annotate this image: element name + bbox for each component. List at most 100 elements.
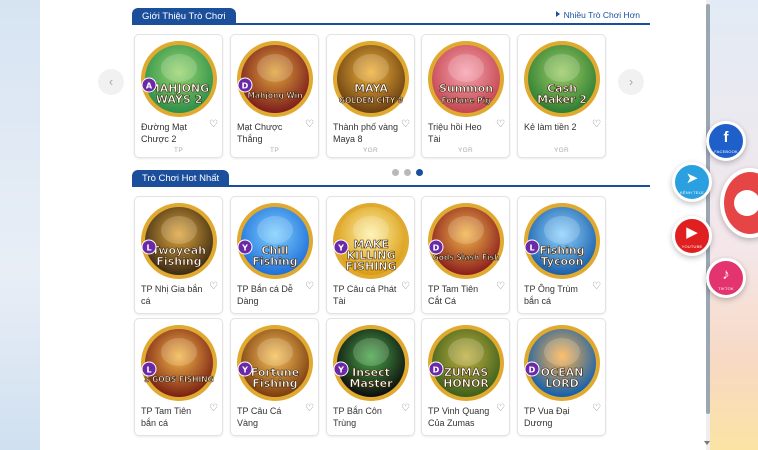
favorite-heart-icon[interactable]: ♡	[401, 119, 410, 130]
mahjong-ways-2-icon[interactable]: MAHJONG WAYS 2A	[140, 40, 218, 118]
svg-text:WAYS 2: WAYS 2	[156, 93, 202, 106]
scrollbar-thumb[interactable]	[706, 4, 710, 414]
game-card[interactable]: Gods Slash Fish D TP Tam Tiên Cắt Cá ♡	[421, 196, 510, 314]
favorite-heart-icon[interactable]: ♡	[401, 281, 410, 292]
game-title: TP Tam Tiên bắn cá	[141, 406, 192, 428]
favorite-heart-icon[interactable]: ♡	[305, 281, 314, 292]
game-card[interactable]: ZUMAS HONOR D TP Vinh Quang Của Zumas ♡	[421, 318, 510, 436]
zumas-honor-icon[interactable]: ZUMAS HONOR D	[427, 324, 505, 402]
game-title: Thành phố vàng Maya 8	[333, 122, 399, 144]
insect-master-icon[interactable]: Insect Master Y	[332, 324, 410, 402]
svg-text:HONOR: HONOR	[443, 377, 489, 390]
intro-section-title: Giới Thiệu Trò Chơi	[132, 8, 236, 25]
game-card[interactable]: 3 GODS FISHING L TP Tam Tiên bắn cá ♡	[134, 318, 223, 436]
svg-text:Fishing: Fishing	[252, 255, 297, 268]
intro-section-header: Giới Thiệu Trò Chơi Nhiều Trò Chơi Hơn	[132, 7, 650, 25]
ocean-lord-icon[interactable]: OCEAN LORD D	[523, 324, 601, 402]
favorite-heart-icon[interactable]: ♡	[592, 281, 601, 292]
favorite-heart-icon[interactable]: ♡	[209, 119, 218, 130]
svg-text:Fishing: Fishing	[156, 255, 201, 268]
svg-text:D: D	[433, 244, 440, 253]
maya-golden-city-icon[interactable]: MAYA GOLDEN CITY 8	[332, 40, 410, 118]
svg-text:A: A	[146, 82, 153, 91]
game-provider: YGR	[363, 147, 378, 154]
game-card[interactable]: MAYA GOLDEN CITY 8 Thành phố vàng Maya 8 …	[326, 34, 415, 158]
favorite-heart-icon[interactable]: ♡	[305, 403, 314, 414]
game-card[interactable]: Fishing Tycoon L TP Ông Trùm bắn cá ♡	[517, 196, 606, 314]
svg-text:MAYA: MAYA	[354, 82, 388, 95]
cash-maker-2-icon[interactable]: Cash Maker 2	[523, 40, 601, 118]
carousel-next-button[interactable]: ›	[618, 69, 644, 95]
game-title: TP Nhị Gia bắn cá	[141, 284, 203, 306]
main-content: Giới Thiệu Trò Chơi Nhiều Trò Chơi Hơn M…	[40, 0, 710, 450]
youtube-icon: ▶	[686, 224, 698, 241]
game-card[interactable]: MAKE KILLING FISHING Y TP Câu cá Phát Tài ♡	[326, 196, 415, 314]
page-background-left	[0, 0, 40, 450]
make-killing-fishing-icon[interactable]: MAKE KILLING FISHING Y	[332, 202, 410, 280]
scroll-down-arrow-icon[interactable]	[704, 441, 710, 445]
more-games-link[interactable]: Nhiều Trò Chơi Hơn	[555, 10, 640, 20]
svg-text:L: L	[146, 244, 151, 253]
game-title: TP Ông Trùm bắn cá	[524, 284, 578, 306]
youtube-button[interactable]: ▶ YOUTUBE	[672, 216, 712, 256]
game-title: TP Vinh Quang Của Zumas	[428, 406, 490, 428]
telegram-icon: ➤	[685, 170, 699, 187]
svg-text:L: L	[529, 244, 534, 253]
game-provider: TP	[174, 147, 183, 154]
svg-text:Fortune Pig: Fortune Pig	[441, 96, 490, 105]
game-card[interactable]: Cash Maker 2 Kẻ làm tiền 2 ♡ YGR	[517, 34, 606, 158]
game-title: TP Tam Tiên Cắt Cá	[428, 284, 479, 306]
svg-text:GOLDEN CITY 8: GOLDEN CITY 8	[339, 96, 403, 105]
telegram-button[interactable]: ➤ KÊNH TELE	[672, 162, 712, 202]
svg-text:Mahjong Win: Mahjong Win	[247, 91, 302, 100]
fortune-fishing-icon[interactable]: Fortune Fishing Y	[236, 324, 314, 402]
favorite-heart-icon[interactable]: ♡	[209, 403, 218, 414]
favorite-heart-icon[interactable]: ♡	[209, 281, 218, 292]
game-card[interactable]: OCEAN LORD D TP Vua Đại Dương ♡	[517, 318, 606, 436]
twoyeah-fishing-icon[interactable]: Twoyeah Fishing L	[140, 202, 218, 280]
favorite-heart-icon[interactable]: ♡	[305, 119, 314, 130]
chill-fishing-icon[interactable]: Chill Fishing Y	[236, 202, 314, 280]
svg-text:Gods Slash Fish: Gods Slash Fish	[433, 253, 500, 262]
game-card[interactable]: Chill Fishing Y TP Bắn cá Dễ Dàng ♡	[230, 196, 319, 314]
svg-text:Y: Y	[337, 366, 344, 375]
chevron-left-icon: ‹	[108, 74, 114, 89]
svg-text:Y: Y	[241, 244, 248, 253]
caret-right-icon	[555, 11, 560, 17]
facebook-icon: f	[723, 129, 729, 146]
favorite-heart-icon[interactable]: ♡	[592, 119, 601, 130]
svg-text:L: L	[146, 366, 151, 375]
favorite-heart-icon[interactable]: ♡	[496, 281, 505, 292]
game-title: TP Câu Cá Vàng	[237, 406, 282, 428]
favorite-heart-icon[interactable]: ♡	[592, 403, 601, 414]
svg-text:D: D	[529, 366, 536, 375]
mahjong-win-icon[interactable]: Mahjong Win D	[236, 40, 314, 118]
favorite-heart-icon[interactable]: ♡	[496, 403, 505, 414]
game-card[interactable]: Insect Master Y TP Bắn Côn Trùng ♡	[326, 318, 415, 436]
game-card[interactable]: Twoyeah Fishing L TP Nhị Gia bắn cá ♡	[134, 196, 223, 314]
fortune-pig-icon[interactable]: Summon Fortune Pig	[427, 40, 505, 118]
carousel-prev-button[interactable]: ‹	[98, 69, 124, 95]
game-card[interactable]: MAHJONG WAYS 2A Đường Mạt Chược 2 ♡ TP	[134, 34, 223, 158]
game-card[interactable]: Fortune Fishing Y TP Câu Cá Vàng ♡	[230, 318, 319, 436]
game-title: TP Vua Đại Dương	[524, 406, 570, 428]
game-card[interactable]: Summon Fortune Pig Triệu hồi Heo Tài ♡ YG…	[421, 34, 510, 158]
favorite-heart-icon[interactable]: ♡	[496, 119, 505, 130]
gods-slash-fish-icon[interactable]: Gods Slash Fish D	[427, 202, 505, 280]
favorite-heart-icon[interactable]: ♡	[401, 403, 410, 414]
svg-text:3 GODS FISHING: 3 GODS FISHING	[144, 375, 213, 384]
svg-text:FISHING: FISHING	[345, 260, 396, 273]
3-gods-fishing-icon[interactable]: 3 GODS FISHING L	[140, 324, 218, 402]
fishing-tycoon-icon[interactable]: Fishing Tycoon L	[523, 202, 601, 280]
game-card[interactable]: Mahjong Win D Mạt Chược Thắng ♡ TP	[230, 34, 319, 158]
facebook-button[interactable]: f FACEBOOK	[706, 121, 746, 161]
chevron-right-icon: ›	[628, 74, 634, 89]
tiktok-button[interactable]: ♪ TIKTOK	[706, 258, 746, 298]
social-label: YOUTUBE	[681, 244, 703, 249]
game-title: TP Bắn Côn Trùng	[333, 406, 382, 428]
tiktok-icon: ♪	[722, 266, 730, 283]
game-title: Kẻ làm tiền 2	[524, 122, 577, 132]
social-label: TIKTOK	[718, 286, 734, 291]
social-label: FACEBOOK	[714, 149, 738, 154]
svg-text:Summon: Summon	[439, 82, 493, 95]
